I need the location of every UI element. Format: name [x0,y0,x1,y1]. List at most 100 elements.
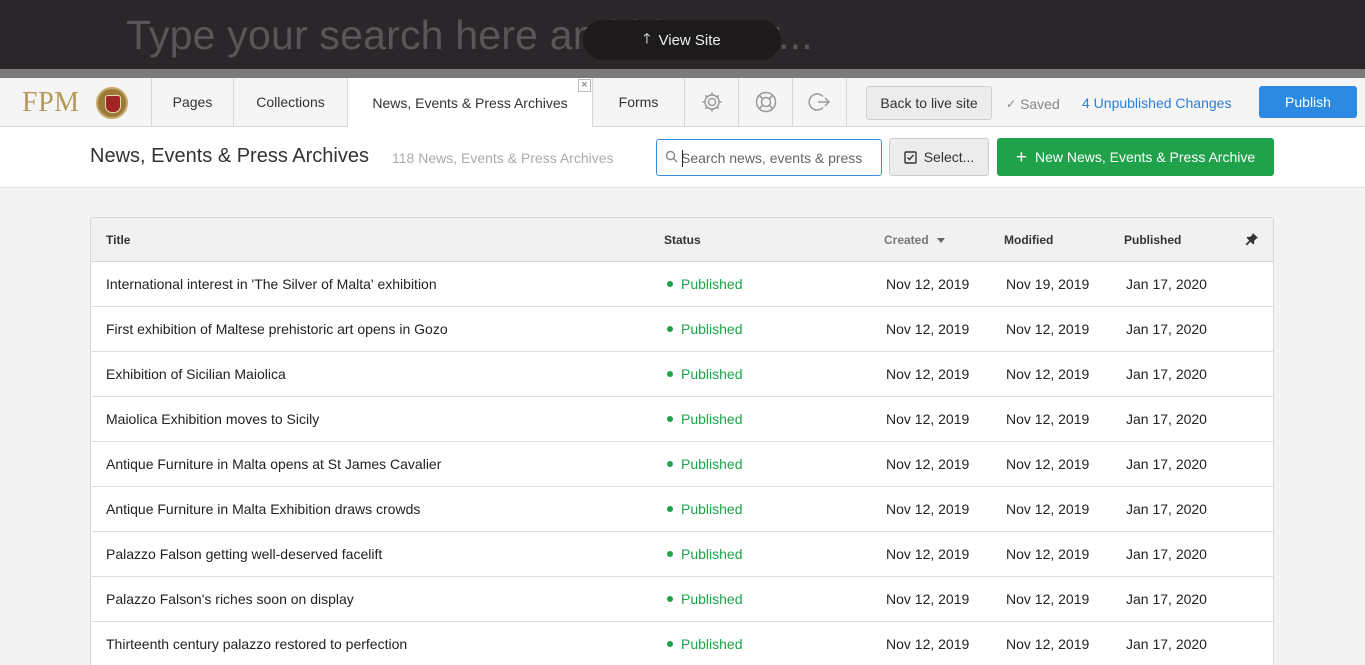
tab-collections[interactable]: Collections [234,78,348,126]
table-row[interactable]: Maiolica Exhibition moves to Sicily Publi… [91,397,1273,442]
modified-date: Nov 12, 2019 [1006,636,1090,652]
tab-news-events-press[interactable]: News, Events & Press Archives × [348,78,593,127]
tab-collections-label: Collections [256,94,325,110]
status-dot-icon [667,506,673,512]
new-entry-button[interactable]: + New News, Events & Press Archive [997,138,1274,176]
published-date: Jan 17, 2020 [1126,366,1207,382]
saved-label: Saved [1020,96,1060,112]
unpublished-changes-link[interactable]: 4 Unpublished Changes [1082,95,1231,111]
site-logo[interactable]: FPM [0,78,152,126]
status-badge: Published [667,591,743,607]
status-label: Published [681,321,743,337]
row-title[interactable]: Antique Furniture in Malta opens at St J… [106,456,441,472]
saved-status: ✓ Saved [1006,96,1060,112]
select-button[interactable]: Select... [889,138,989,176]
status-badge: Published [667,501,743,517]
column-title[interactable]: Title [106,233,130,247]
tab-forms-label: Forms [618,94,659,110]
row-title[interactable]: First exhibition of Maltese prehistoric … [106,321,448,337]
status-label: Published [681,591,743,607]
editor-navbar: FPM Pages Collections News, Events & Pre… [0,78,1365,127]
logout-button[interactable] [793,78,847,126]
pin-icon[interactable] [1245,232,1259,246]
status-dot-icon [667,461,673,467]
table-row[interactable]: Antique Furniture in Malta opens at St J… [91,442,1273,487]
status-badge: Published [667,546,743,562]
plus-icon: + [1015,146,1027,168]
status-dot-icon [667,641,673,647]
entries-table: Title Status Created Modified Published … [90,217,1274,665]
modified-date: Nov 12, 2019 [1006,546,1090,562]
row-title[interactable]: Palazzo Falson getting well-deserved fac… [106,546,382,562]
status-label: Published [681,456,743,472]
column-status[interactable]: Status [664,233,701,247]
sort-desc-icon [936,238,945,244]
status-badge: Published [667,321,743,337]
status-badge: Published [667,636,743,652]
table-row[interactable]: Palazzo Falson's riches soon on display P… [91,577,1273,622]
status-dot-icon [667,416,673,422]
row-title[interactable]: Exhibition of Sicilian Maiolica [106,366,286,382]
back-to-live-site-button[interactable]: Back to live site [866,86,992,120]
created-date: Nov 12, 2019 [886,456,970,472]
divider-strip [0,69,1365,78]
table-row[interactable]: Palazzo Falson getting well-deserved fac… [91,532,1273,577]
created-date: Nov 12, 2019 [886,501,970,517]
row-title[interactable]: Palazzo Falson's riches soon on display [106,591,354,607]
modified-date: Nov 12, 2019 [1006,321,1090,337]
tab-news-label: News, Events & Press Archives [372,94,568,111]
checkbox-icon [904,150,917,164]
column-created-label: Created [884,233,929,247]
status-label: Published [681,546,743,562]
table-row[interactable]: Exhibition of Sicilian Maiolica Published… [91,352,1273,397]
modified-date: Nov 12, 2019 [1006,456,1090,472]
created-date: Nov 12, 2019 [886,366,970,382]
status-dot-icon [667,551,673,557]
row-title[interactable]: Thirteenth century palazzo restored to p… [106,636,407,652]
status-badge: Published [667,366,743,382]
status-label: Published [681,276,743,292]
modified-date: Nov 12, 2019 [1006,591,1090,607]
status-label: Published [681,366,743,382]
tab-pages-label: Pages [172,94,213,110]
published-date: Jan 17, 2020 [1126,591,1207,607]
column-created[interactable]: Created [884,233,945,247]
global-search-bar[interactable]: Type your search here and hit enter... 🡑… [0,0,1365,69]
table-row[interactable]: Thirteenth century palazzo restored to p… [91,622,1273,665]
listing-search-input[interactable] [681,146,877,170]
status-dot-icon [667,596,673,602]
tab-forms[interactable]: Forms [593,78,685,126]
row-title[interactable]: Maiolica Exhibition moves to Sicily [106,411,319,427]
created-date: Nov 12, 2019 [886,321,970,337]
help-button[interactable] [739,78,793,126]
status-badge: Published [667,276,743,292]
created-date: Nov 12, 2019 [886,276,970,292]
table-row[interactable]: First exhibition of Maltese prehistoric … [91,307,1273,352]
published-date: Jan 17, 2020 [1126,321,1207,337]
text-caret [682,150,683,167]
logo-text: FPM [22,87,80,118]
close-tab-icon[interactable]: × [578,79,591,92]
view-site-label: View Site [658,31,721,49]
crest-icon [96,87,128,119]
gear-icon [702,92,721,112]
table-row[interactable]: Antique Furniture in Malta Exhibition dr… [91,487,1273,532]
settings-button[interactable] [685,78,739,126]
column-published[interactable]: Published [1124,233,1181,247]
modified-date: Nov 19, 2019 [1006,276,1090,292]
created-date: Nov 12, 2019 [886,636,970,652]
table-row[interactable]: International interest in 'The Silver of… [91,262,1273,307]
status-dot-icon [667,326,673,332]
row-title[interactable]: International interest in 'The Silver of… [106,276,437,292]
tab-pages[interactable]: Pages [152,78,234,126]
created-date: Nov 12, 2019 [886,546,970,562]
checkmark-icon: ✓ [1006,97,1017,111]
column-modified[interactable]: Modified [1004,233,1053,247]
view-site-button[interactable]: 🡑 View Site [583,20,781,60]
status-label: Published [681,636,743,652]
listing-search-field[interactable] [656,139,882,176]
status-dot-icon [667,281,673,287]
row-title[interactable]: Antique Furniture in Malta Exhibition dr… [106,501,420,517]
publish-button[interactable]: Publish [1259,86,1357,118]
table-header: Title Status Created Modified Published [91,218,1273,262]
